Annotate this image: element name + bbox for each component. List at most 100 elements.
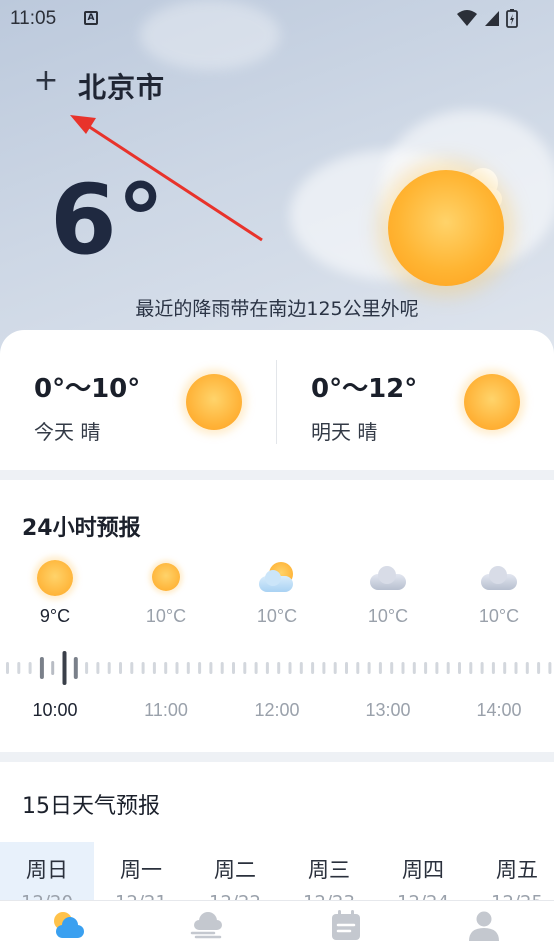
slider-tick [198,662,202,674]
slider-tick [458,662,461,674]
slider-tick [299,662,303,674]
slider-tick [356,662,360,674]
hour-time: 11:00 [144,700,188,720]
tomorrow-label: 明天 晴 [311,420,378,444]
sun-icon [186,374,242,430]
slider-tick [469,662,473,674]
day-tab-week: 周五 [496,858,538,882]
slider-tick [446,662,450,674]
slider-tick [435,662,439,674]
slider-tick [96,662,100,674]
sun-icon [5,558,105,598]
day-tab-week: 周四 [402,858,444,882]
rain-forecast-note[interactable]: 最近的降雨带在南边125公里外呢 [0,294,554,321]
sun-icon [116,558,216,598]
slider-tick [537,662,541,674]
partly-cloudy-icon [227,558,327,598]
fifteen-day-card: 15日天气预报 周日 12/20 周一 12/21 周二 12/22 周三 12… [0,762,554,902]
slider-tick [345,662,348,674]
slider-tick [186,662,190,674]
day-tab-week: 周三 [308,858,350,882]
cloud-icon [449,558,549,598]
weather-icon[interactable] [48,909,88,941]
cloud-icon [338,558,438,598]
slider-tick [390,662,394,674]
today-summary[interactable]: 0°～10° 今天 晴 [0,330,276,470]
slider-tick [277,662,281,674]
slider-tick [152,662,156,674]
hourly-forecast-card: 24小时预报 9°C 10°C 10°C 10°C 10°C 10:00 11:… [0,480,554,752]
slider-tick [175,662,179,674]
hour-time: 10:00 [32,700,78,720]
hour-item[interactable]: 10°C [227,558,327,627]
today-temp-range: 0°～10° [34,374,141,404]
slider-tick [322,662,326,674]
day-tab-week: 周一 [120,858,162,882]
hour-item[interactable]: 10°C [338,558,438,627]
today-label: 今天 晴 [34,420,101,444]
slider-tick [220,662,224,674]
slider-tick [503,662,507,674]
hour-temp: 10°C [478,606,520,626]
slider-tick [401,662,405,674]
slider-tick [243,662,247,674]
slider-tick [265,662,269,674]
hour-temp: 10°C [256,606,298,626]
day-tab-week: 周二 [214,858,256,882]
day-tab[interactable]: 周四 12/24 [376,842,470,902]
wind-icon[interactable] [188,909,228,941]
slider-tick [62,651,67,685]
divider [276,360,277,444]
daily-summary-card: 0°～10° 今天 晴 0°～12° 明天 晴 [0,330,554,470]
day-tab[interactable]: 周一 12/21 [94,842,188,902]
hour-temp: 10°C [367,606,409,626]
hour-time: 13:00 [365,700,411,720]
sun-icon [464,374,520,430]
hour-item[interactable]: 9°C [5,558,105,627]
tomorrow-temp-range: 0°～12° [311,374,418,404]
slider-tick [480,662,484,674]
slider-tick [51,661,55,675]
slider-tick [85,662,89,674]
slider-tick [333,662,337,674]
day-tab[interactable]: 周日 12/20 [0,842,94,902]
profile-icon[interactable] [464,909,504,941]
hour-time: 12:00 [254,700,300,720]
slider-tick [311,662,315,674]
slider-tick [130,662,134,674]
slider-tick [424,662,428,674]
hour-item[interactable]: 10°C [116,558,216,627]
slider-tick [107,662,111,674]
bottom-nav [0,900,554,944]
slider-tick [6,662,9,674]
slider-tick [164,662,168,674]
slider-tick [548,662,552,674]
calendar-icon[interactable] [326,909,366,941]
hour-item[interactable]: 10°C [449,558,549,627]
day-tab[interactable]: 周二 12/22 [188,842,282,902]
slider-tick [525,662,529,674]
hour-temp: 10°C [145,606,187,626]
slider-tick [367,662,371,674]
slider-tick [119,662,122,674]
day-tab[interactable]: 周五 12/25 [470,842,554,902]
slider-tick [141,662,145,674]
slider-tick [28,662,32,674]
day-tab[interactable]: 周三 12/23 [282,842,376,902]
slider-tick [254,662,258,674]
hourly-title: 24小时预报 [22,516,141,541]
time-slider[interactable] [0,650,554,686]
day-tab-week: 周日 [26,858,68,882]
annotation-arrow [70,115,263,242]
slider-tick [288,662,292,674]
slider-tick [491,662,495,674]
slider-tick [73,657,78,679]
slider-tick [209,662,213,674]
slider-tick [514,662,518,674]
slider-tick [39,657,44,679]
slider-tick [17,662,21,674]
slider-tick [232,662,235,674]
tomorrow-summary[interactable]: 0°～12° 明天 晴 [276,330,554,470]
hour-time: 14:00 [476,700,522,720]
slider-tick [412,662,416,674]
